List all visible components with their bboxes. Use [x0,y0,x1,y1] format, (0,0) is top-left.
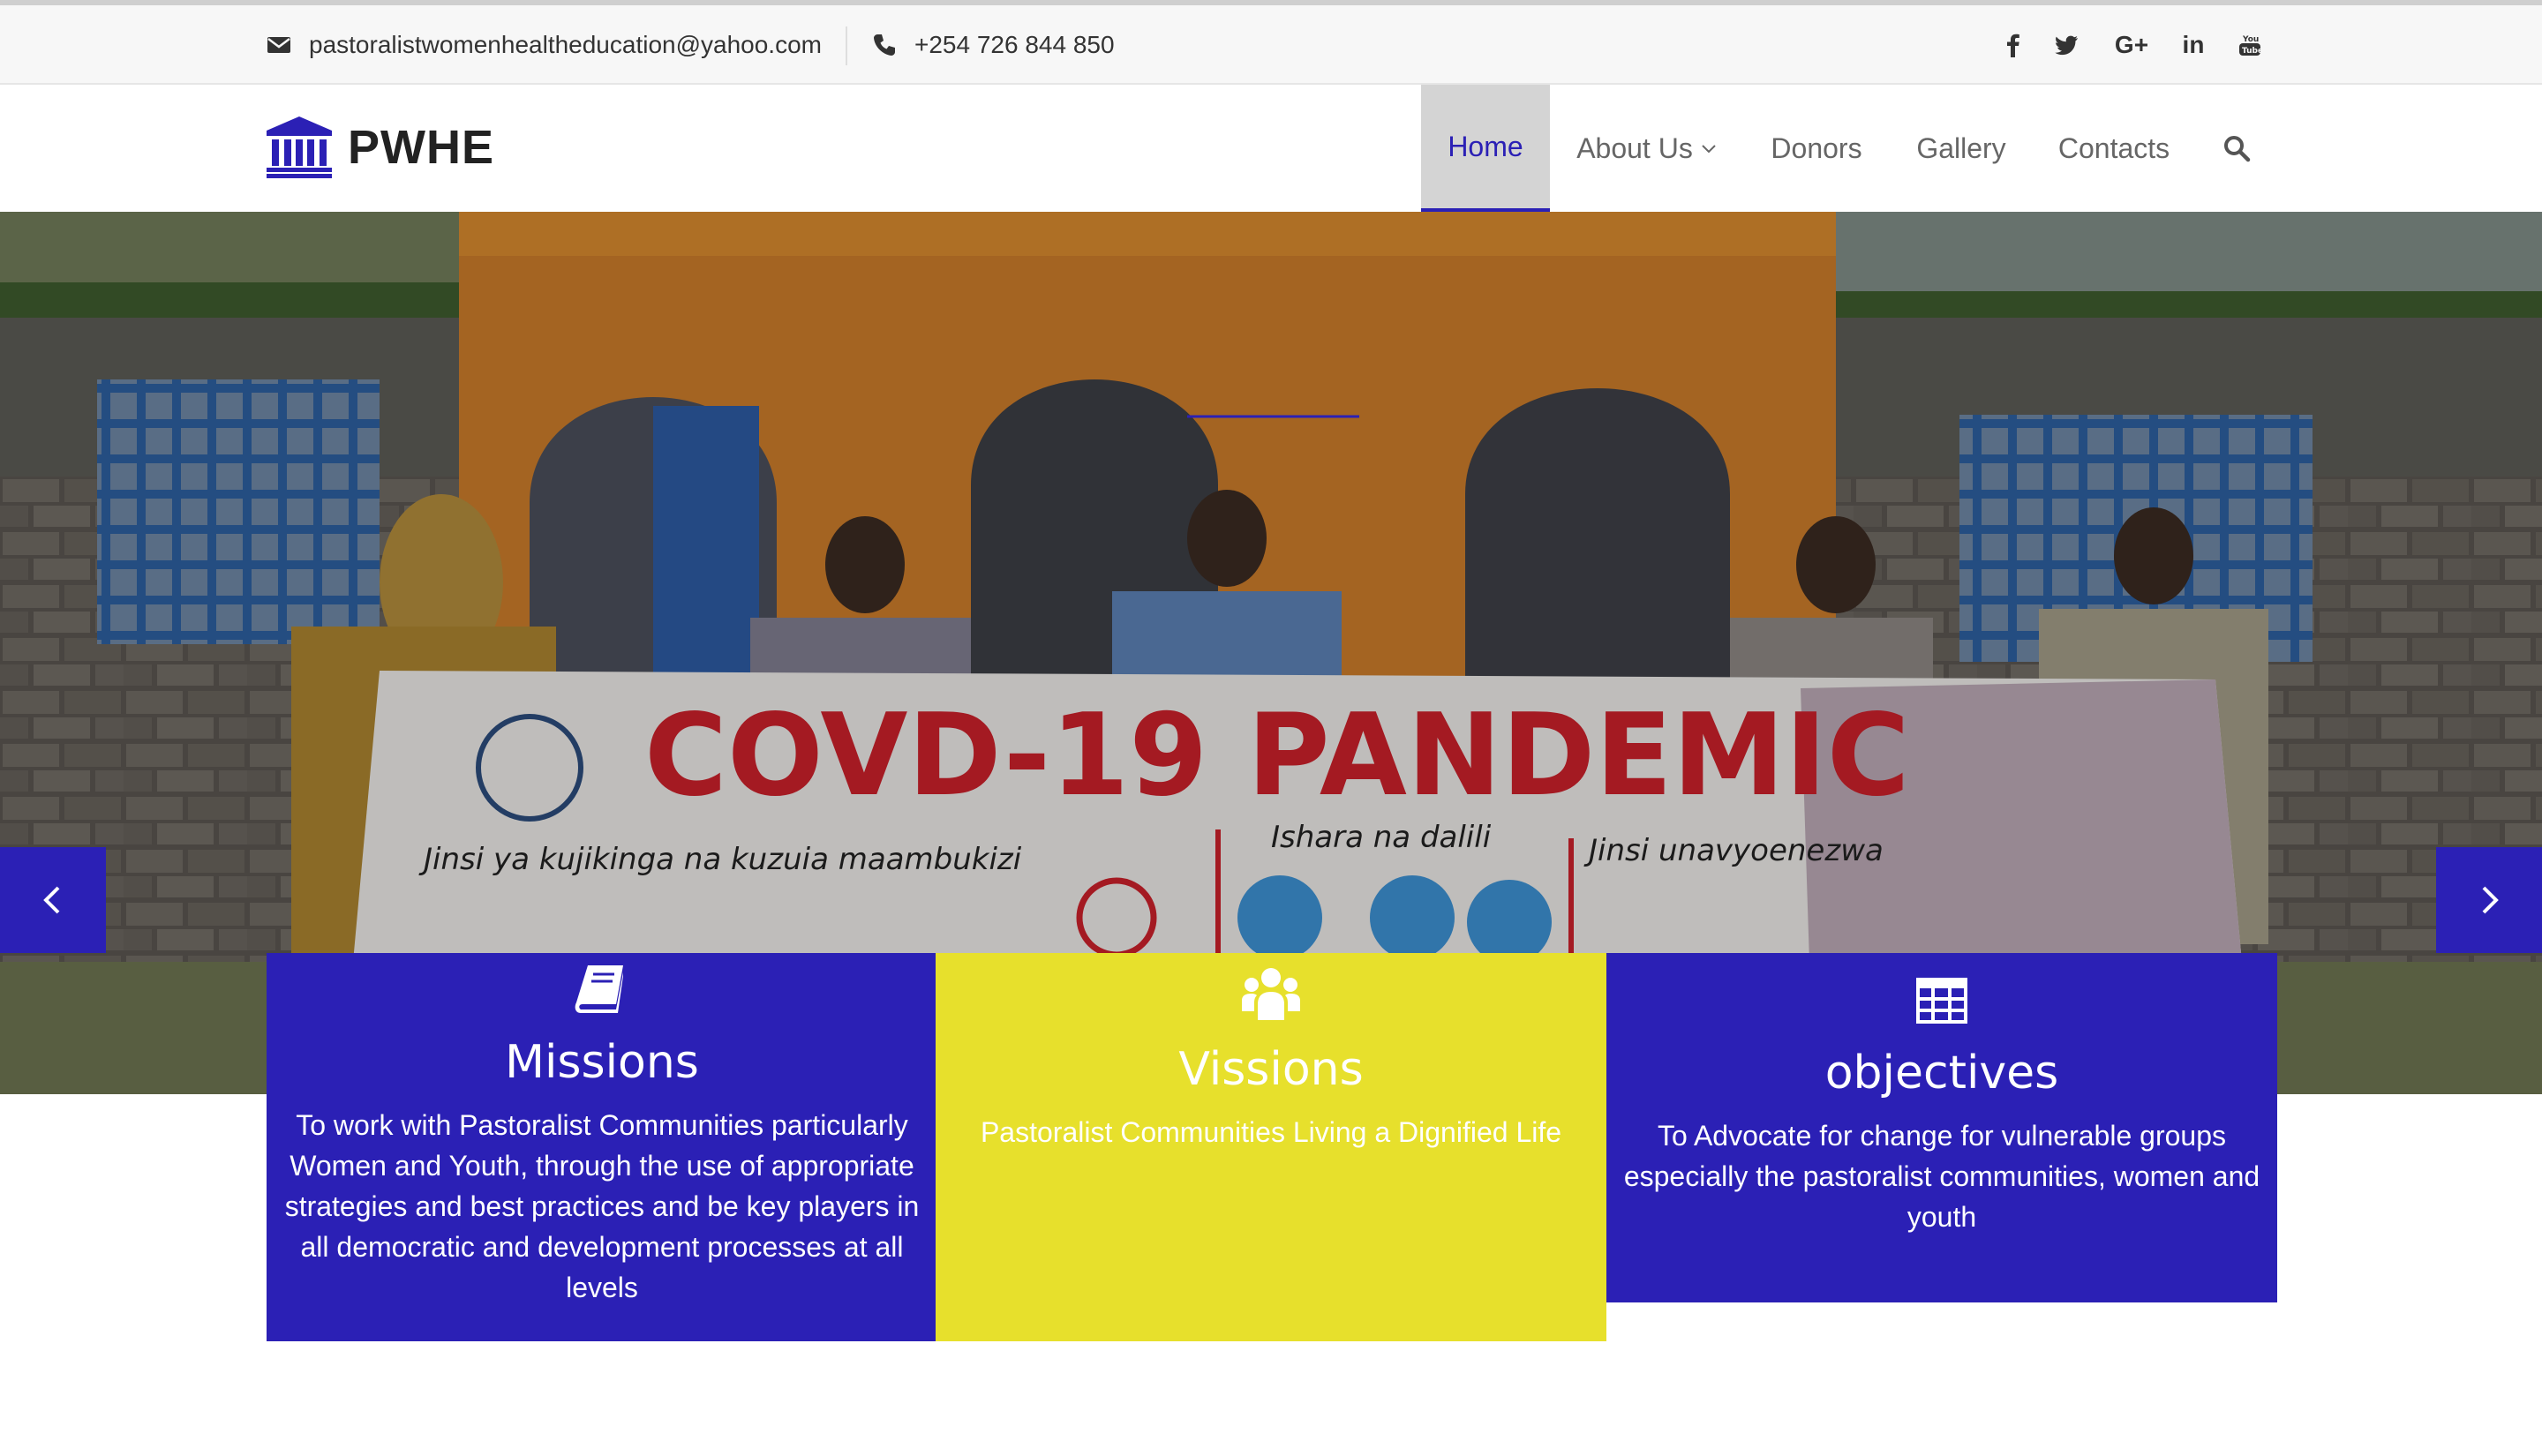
nav-about-label: About Us [1576,131,1693,164]
missions-card: Missions To work with Pastoralist Commun… [267,953,937,1341]
nav-about-us[interactable]: About Us [1576,85,1718,212]
phone-icon [874,34,895,56]
google-plus-icon[interactable]: G+ [2110,5,2154,85]
twitter-icon[interactable] [2044,5,2088,85]
objectives-title: objectives [1824,1047,2059,1100]
missions-text: To work with Pastoralist Communities par… [284,1109,920,1303]
search-button[interactable] [2217,85,2256,212]
divider [846,26,847,65]
chevron-down-icon [1702,145,1716,154]
site-logo[interactable]: PWHE [267,116,494,178]
users-icon [1242,968,1300,1020]
site-header: PWHE Home About Us Donors Gallery Contac… [0,85,2542,212]
google-plus-glyph: G+ [2114,31,2149,58]
facebook-icon[interactable] [1991,5,2035,85]
visions-title: Vissions [1178,1043,1364,1096]
table-icon [1916,978,1967,1024]
search-icon [2224,136,2251,162]
phone-contact[interactable]: +254 726 844 850 [872,5,1115,85]
objectives-text: To Advocate for change for vulnerable gr… [1623,1120,2260,1233]
bank-building-icon [267,116,332,178]
nav-gallery[interactable]: Gallery [1915,85,2007,212]
linkedin-icon[interactable]: in [2171,5,2215,85]
envelope-icon [267,37,290,53]
book-icon [575,965,623,1013]
objectives-card: objectives To Advocate for change for vu… [1606,953,2277,1302]
svg-text:Tube: Tube [2242,47,2262,56]
email-contact[interactable]: pastoralistwomenhealtheducation@yahoo.co… [267,5,822,85]
slider-prev-button[interactable] [0,847,106,953]
youtube-icon[interactable]: You Tube [2228,5,2272,85]
nav-donors[interactable]: Donors [1771,85,1862,212]
linkedin-glyph: in [2182,31,2205,58]
logo-text: PWHE [348,121,494,174]
chevron-right-icon [2482,886,2499,914]
visions-text: Pastoralist Communities Living a Dignifi… [980,1116,1562,1148]
svg-text:You: You [2242,35,2259,44]
email-text: pastoralistwomenhealtheducation@yahoo.co… [309,31,822,58]
chevron-left-icon [43,886,60,914]
slider-next-button[interactable] [2436,847,2542,953]
top-bar: pastoralistwomenhealtheducation@yahoo.co… [0,0,2542,85]
nav-home[interactable]: Home [1421,85,1550,212]
missions-title: Missions [505,1036,699,1089]
visions-card: Vissions Pastoralist Communities Living … [936,953,1606,1341]
nav-contacts[interactable]: Contacts [2058,85,2170,212]
phone-text: +254 726 844 850 [914,31,1115,58]
